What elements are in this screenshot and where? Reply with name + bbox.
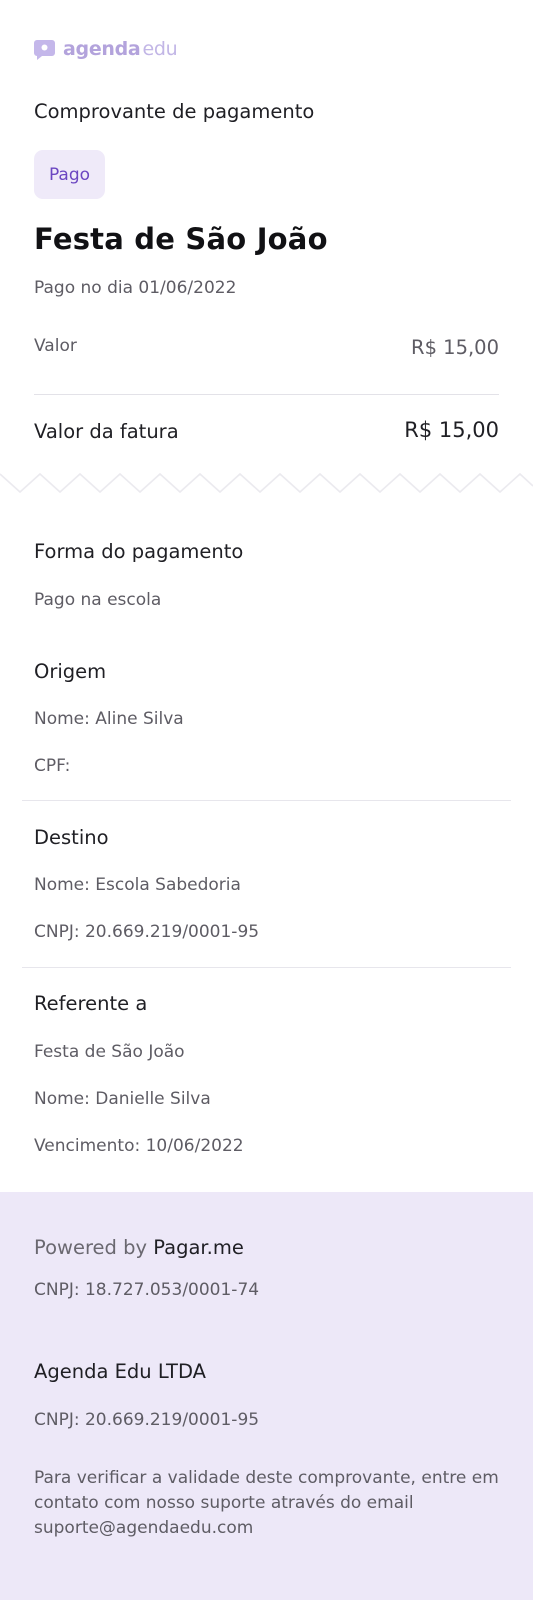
receipt-title: Comprovante de pagamento — [34, 100, 315, 123]
powered-by-prefix: Powered by — [34, 1236, 148, 1259]
brand-word-edu: edu — [142, 38, 178, 60]
payment-method-title: Forma do pagamento — [34, 540, 244, 563]
chat-bubble-logo-icon — [34, 39, 55, 60]
destination-name: Nome: Escola Sabedoria — [34, 875, 241, 895]
status-badge: Pago — [34, 150, 105, 199]
reference-due-date: Vencimento: 10/06/2022 — [34, 1136, 244, 1156]
destination-divider — [22, 967, 511, 968]
brand-word-agenda: agenda — [63, 38, 141, 60]
total-label: Valor da fatura — [34, 420, 179, 443]
payment-method-value: Pago na escola — [34, 590, 162, 610]
origin-cpf: CPF: — [34, 756, 71, 776]
processor-cnpj: CNPJ: 18.727.053/0001-74 — [34, 1280, 260, 1300]
event-title: Festa de São João — [34, 222, 328, 256]
origin-title: Origem — [34, 660, 107, 683]
reference-name: Nome: Danielle Silva — [34, 1089, 211, 1109]
receipt-tear-edge — [0, 472, 533, 494]
company-name: Agenda Edu LTDA — [34, 1360, 206, 1383]
origin-name: Nome: Aline Silva — [34, 709, 184, 729]
powered-by: Powered by Pagar.me — [34, 1236, 244, 1259]
reference-title: Referente a — [34, 992, 148, 1015]
verification-disclaimer: Para verificar a validade deste comprova… — [34, 1468, 499, 1538]
reference-event: Festa de São João — [34, 1042, 185, 1062]
origin-divider — [22, 800, 511, 801]
brand-logo: agenda edu — [34, 36, 178, 62]
value-amount: R$ 15,00 — [411, 336, 499, 359]
powered-by-brand: Pagar.me — [153, 1236, 244, 1259]
destination-cnpj: CNPJ: 20.669.219/0001-95 — [34, 922, 260, 942]
value-label: Valor — [34, 336, 77, 356]
destination-title: Destino — [34, 826, 109, 849]
paid-date: Pago no dia 01/06/2022 — [34, 278, 237, 298]
company-cnpj: CNPJ: 20.669.219/0001-95 — [34, 1410, 260, 1430]
brand-wordmark: agenda edu — [63, 38, 178, 60]
value-divider — [34, 394, 499, 395]
total-amount: R$ 15,00 — [404, 418, 499, 442]
